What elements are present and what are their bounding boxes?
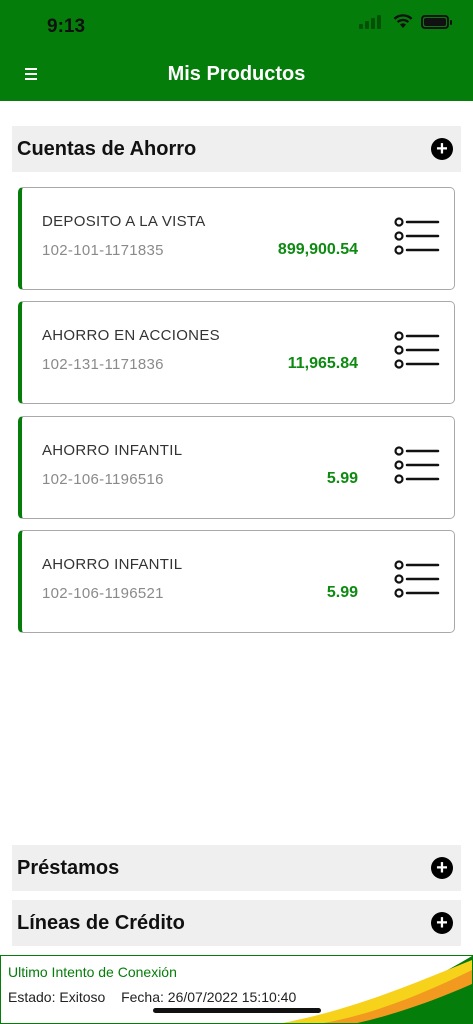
status-icons xyxy=(359,14,452,29)
account-card[interactable]: AHORRO INFANTIL 102-106-1196516 5.99 xyxy=(18,416,455,519)
account-balance: 899,900.54 xyxy=(277,241,358,258)
list-icon[interactable] xyxy=(394,445,440,485)
status-label: Estado: xyxy=(8,989,56,1005)
plus-icon[interactable]: + xyxy=(431,138,453,160)
account-name: DEPOSITO A LA VISTA xyxy=(42,213,206,230)
section-title-savings: Cuentas de Ahorro xyxy=(17,137,197,160)
footer-status: Estado: Exitoso Fecha: 26/07/2022 15:10:… xyxy=(8,989,296,1005)
account-balance: 11,965.84 xyxy=(287,355,358,372)
section-title-credit-lines: Líneas de Crédito xyxy=(17,911,185,934)
account-card[interactable]: AHORRO EN ACCIONES 102-131-1171836 11,96… xyxy=(18,301,455,404)
date-label: Fecha: xyxy=(121,989,164,1005)
section-credit-lines[interactable]: Líneas de Crédito + xyxy=(12,900,461,946)
battery-icon xyxy=(421,14,452,29)
account-card[interactable]: AHORRO INFANTIL 102-106-1196521 5.99 xyxy=(18,530,455,633)
list-icon[interactable] xyxy=(394,330,440,370)
status-value: Exitoso xyxy=(59,989,106,1005)
signal-icon xyxy=(359,14,385,29)
account-number: 102-131-1171836 xyxy=(42,356,164,373)
list-icon[interactable] xyxy=(394,216,440,256)
page-title: Mis Productos xyxy=(167,63,306,85)
account-number: 102-106-1196516 xyxy=(42,471,164,488)
connection-footer: Ultimo Intento de Conexión Estado: Exito… xyxy=(0,955,473,1024)
top-bar: 9:13 Mis Productos xyxy=(0,0,473,101)
section-savings[interactable]: Cuentas de Ahorro + xyxy=(12,126,461,172)
wifi-icon xyxy=(393,14,413,29)
section-loans[interactable]: Préstamos + xyxy=(12,845,461,891)
home-indicator xyxy=(153,1008,321,1013)
account-card[interactable]: DEPOSITO A LA VISTA 102-101-1171835 899,… xyxy=(18,187,455,290)
status-time: 9:13 xyxy=(47,16,86,37)
section-title-loans: Préstamos xyxy=(17,856,120,879)
account-balance: 5.99 xyxy=(326,584,358,601)
account-number: 102-101-1171835 xyxy=(42,242,164,259)
account-name: AHORRO EN ACCIONES xyxy=(42,327,220,344)
account-balance: 5.99 xyxy=(326,470,358,487)
account-number: 102-106-1196521 xyxy=(42,585,164,602)
plus-icon[interactable]: + xyxy=(431,857,453,879)
plus-icon[interactable]: + xyxy=(431,912,453,934)
account-name: AHORRO INFANTIL xyxy=(42,442,183,459)
list-icon[interactable] xyxy=(394,559,440,599)
date-value: 26/07/2022 15:10:40 xyxy=(167,989,297,1005)
account-name: AHORRO INFANTIL xyxy=(42,556,183,573)
footer-title: Ultimo Intento de Conexión xyxy=(8,964,177,980)
